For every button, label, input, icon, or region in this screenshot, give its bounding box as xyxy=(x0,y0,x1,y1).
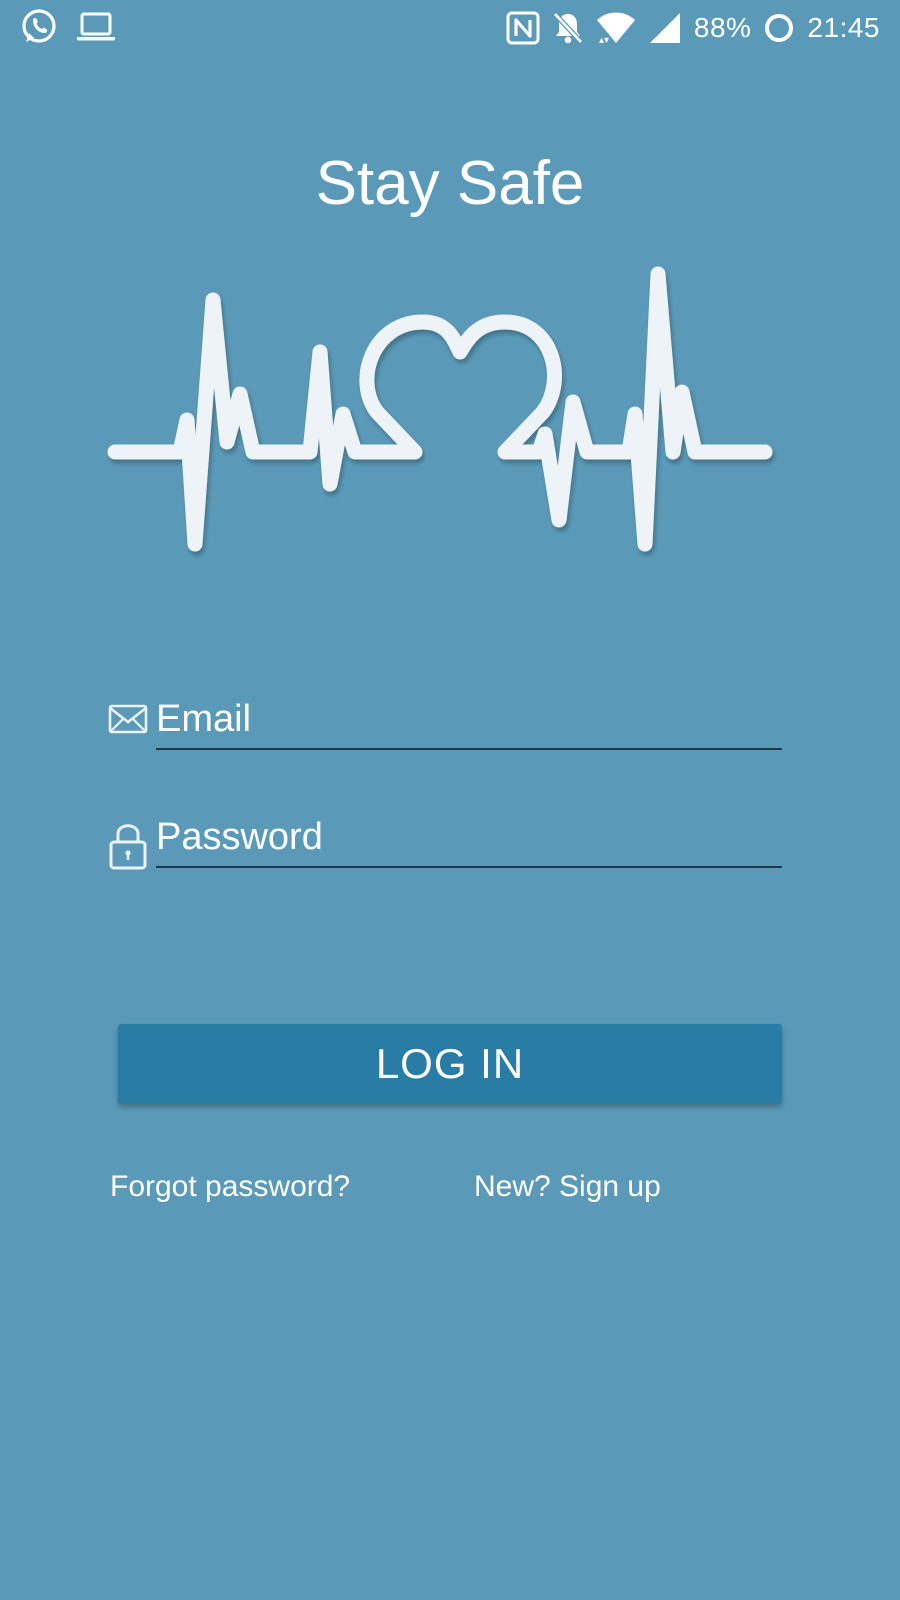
battery-ring-icon xyxy=(763,12,795,44)
clock-time: 21:45 xyxy=(807,12,880,43)
battery-percent: 88% xyxy=(693,12,752,43)
login-button[interactable]: LOG IN xyxy=(118,1024,782,1104)
envelope-icon xyxy=(108,702,148,752)
email-field-row xyxy=(108,690,782,760)
app-title: Stay Safe xyxy=(315,149,585,218)
laptop-icon xyxy=(76,10,116,44)
sign-up-link[interactable]: New? Sign up xyxy=(474,1170,661,1204)
heartbeat-heart-icon xyxy=(105,262,795,572)
password-field[interactable] xyxy=(156,808,782,868)
status-bar-left xyxy=(20,8,116,46)
password-field-row xyxy=(108,808,782,878)
email-field[interactable] xyxy=(156,690,782,750)
svg-text:▴▾: ▴▾ xyxy=(599,35,609,45)
bell-off-icon xyxy=(552,11,584,45)
nfc-icon xyxy=(506,11,540,45)
status-bar: ▴▾ 88% 21:45 xyxy=(0,0,900,56)
wifi-icon: ▴▾ xyxy=(596,11,636,45)
cell-signal-icon xyxy=(648,11,682,45)
forgot-password-link[interactable]: Forgot password? xyxy=(110,1170,350,1204)
status-bar-right: ▴▾ 88% 21:45 xyxy=(506,8,880,48)
lock-icon xyxy=(108,820,148,870)
whatsapp-icon xyxy=(20,8,58,46)
